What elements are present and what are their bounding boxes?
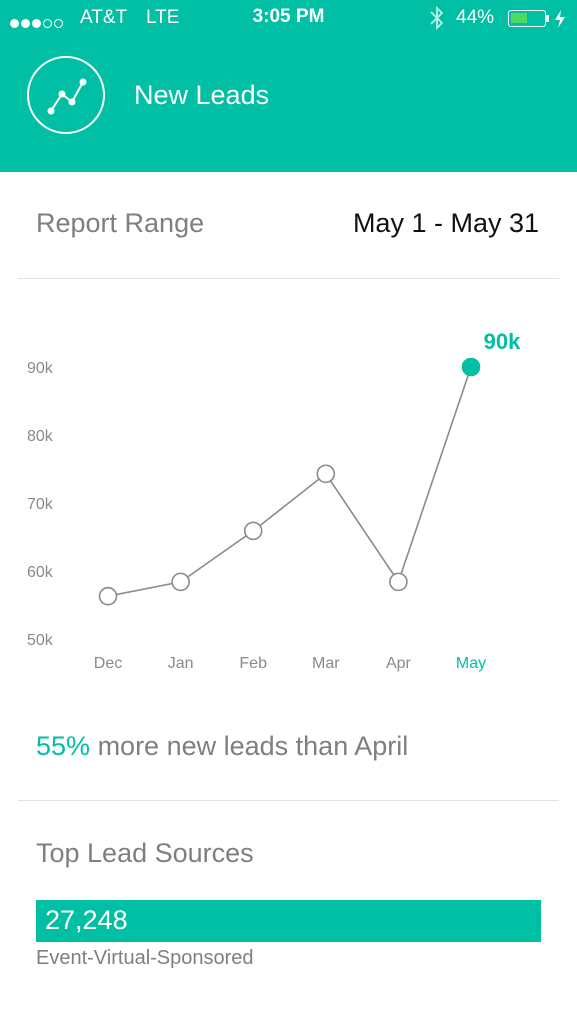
x-tick-label: May [456, 655, 486, 672]
bluetooth-icon [430, 5, 444, 31]
section-title-lead-sources: Top Lead Sources [36, 838, 254, 868]
summary-description: more new leads than April [97, 731, 409, 761]
report-range-label: Report Range [36, 208, 205, 238]
data-point[interactable] [98, 586, 118, 606]
y-tick-label: 50k [27, 632, 54, 649]
divider [18, 278, 559, 279]
y-tick-label: 70k [27, 496, 54, 513]
y-tick-label: 80k [27, 428, 54, 445]
battery-icon [508, 10, 546, 27]
trend-line-icon [27, 56, 105, 134]
highlighted-data-point[interactable] [461, 357, 481, 377]
data-point[interactable] [316, 464, 336, 484]
x-tick-label: Jan [168, 655, 194, 672]
y-tick-label: 60k [27, 564, 54, 581]
battery-tip [546, 15, 549, 22]
report-range-value[interactable]: May 1 - May 31 [353, 208, 539, 239]
data-point[interactable] [171, 572, 190, 592]
data-point[interactable] [243, 521, 263, 541]
x-tick-label: Dec [94, 655, 122, 672]
battery-percent: 44% [456, 7, 495, 28]
x-tick-label: Feb [239, 655, 267, 672]
highlight-value-label: 90k [484, 329, 521, 354]
y-tick-label: 90k [27, 360, 54, 377]
series-line [107, 366, 472, 597]
leads-line-chart: 90k 80k 70k 60k 50k Dec Jan Feb Mar Apr May 90k [27, 329, 521, 672]
divider [18, 800, 559, 801]
lead-source-name: Event-Virtual-Sponsored [36, 947, 254, 969]
lead-source-value: 27,248 [45, 905, 128, 935]
status-bar: AT&T LTE 3:05 PM 44% [0, 0, 577, 38]
x-tick-label: Mar [312, 655, 340, 672]
x-tick-label: Apr [386, 655, 412, 672]
page-title: New Leads [134, 80, 270, 110]
summary-text: 55% more new leads than April [36, 731, 408, 762]
app-header: AT&T LTE 3:05 PM 44% New Leads [0, 0, 577, 172]
charging-bolt-icon [555, 10, 565, 28]
data-point[interactable] [389, 572, 408, 592]
summary-percent: 55% [36, 731, 91, 761]
lead-source-bar[interactable]: 27,248 [36, 900, 541, 942]
